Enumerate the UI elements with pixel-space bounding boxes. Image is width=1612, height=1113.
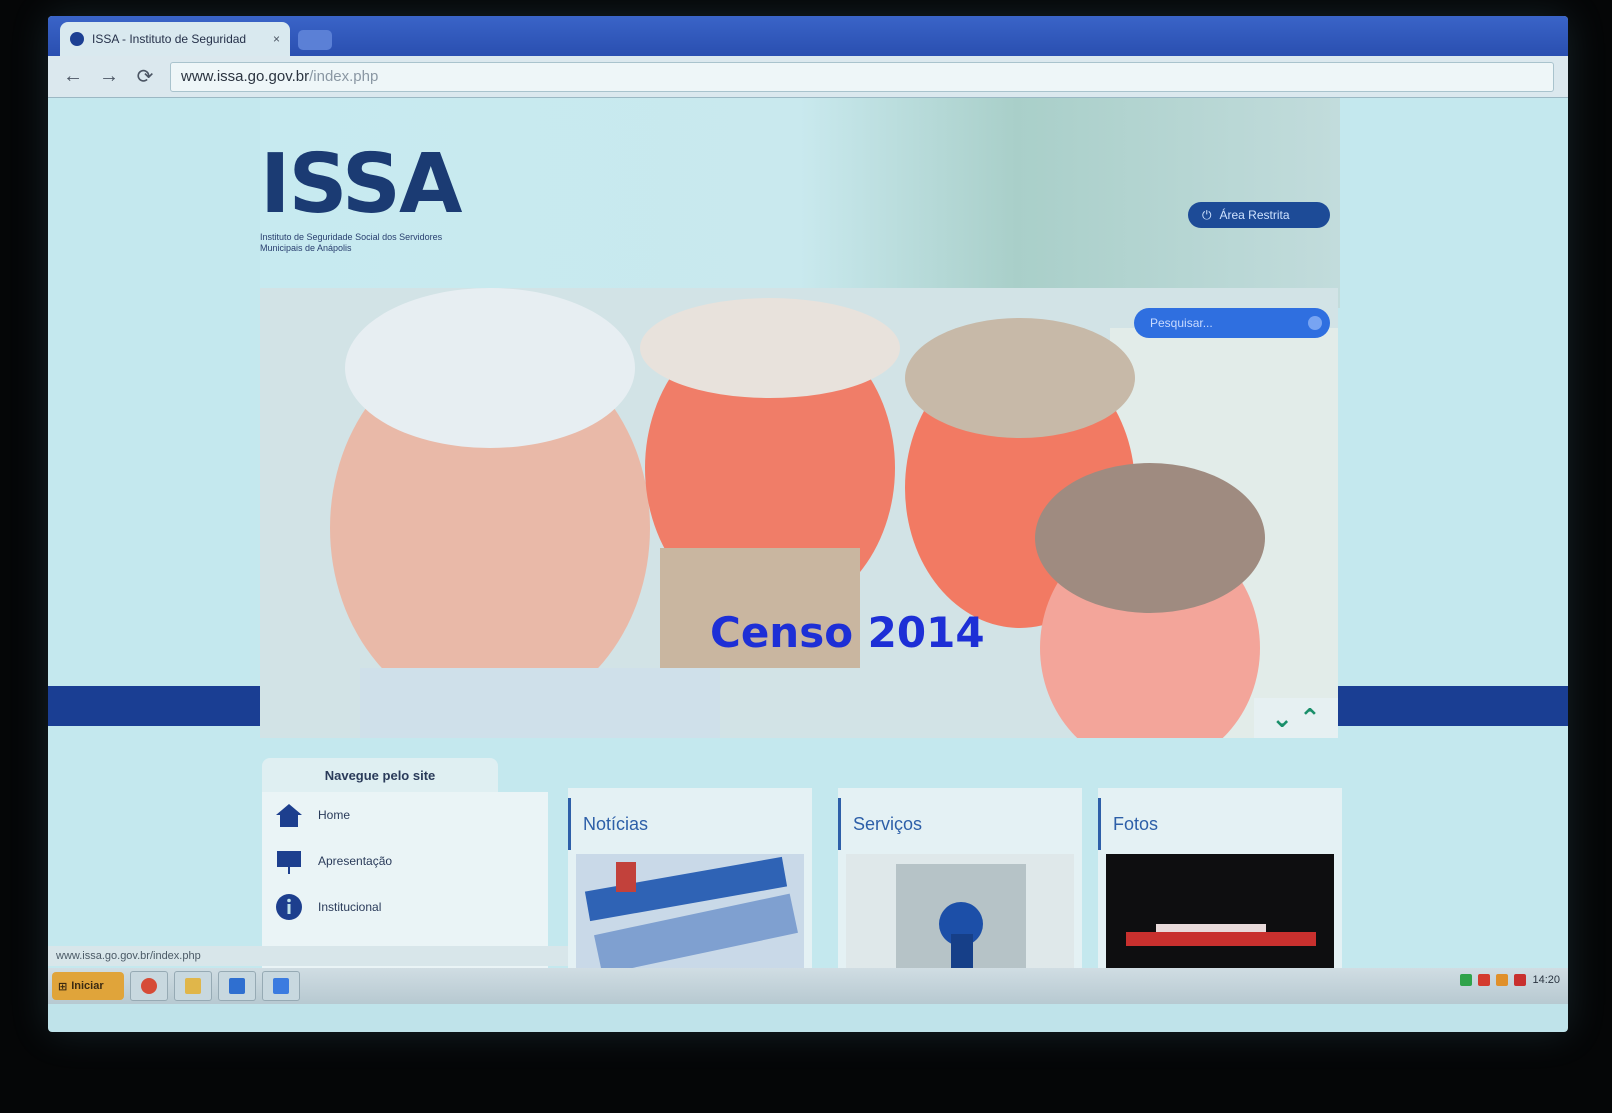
forward-icon[interactable]: → — [98, 65, 120, 88]
hero-banner[interactable]: Censo 2014 ⌄ ⌃ — [260, 288, 1338, 738]
favicon-icon — [70, 32, 84, 46]
tray-antivirus-icon[interactable] — [1478, 974, 1491, 986]
card-title: Notícias — [568, 798, 812, 850]
back-icon[interactable]: ← — [62, 65, 84, 88]
browser-status-bar: www.issa.go.gov.br/index.php — [48, 946, 568, 966]
nav-item-institutional[interactable]: Institucional — [262, 884, 548, 930]
tray-network-icon[interactable] — [1460, 974, 1473, 986]
browser-tabstrip: ISSA - Instituto de Seguridad × — [48, 16, 1568, 56]
card-photos[interactable]: Fotos — [1098, 788, 1342, 988]
nav-item-home[interactable]: Home — [262, 792, 548, 838]
navigation-title: Navegue pelo site — [262, 758, 498, 792]
tray-alert-icon[interactable] — [1514, 974, 1527, 986]
card-title: Fotos — [1098, 798, 1342, 850]
banner-next-icon[interactable]: ⌃ — [1299, 703, 1321, 734]
taskbar-chrome-icon[interactable] — [130, 971, 168, 1001]
monitor-screen: ISSA - Instituto de Seguridad × ← → ⟳ ww… — [48, 16, 1568, 1032]
os-taskbar: ⊞ Iniciar 14:20 — [48, 968, 1568, 1004]
tray-update-icon[interactable] — [1496, 974, 1509, 986]
restricted-area-button[interactable]: ⏻ Área Restrita — [1188, 202, 1330, 228]
card-news[interactable]: Notícias — [568, 788, 812, 988]
start-button[interactable]: ⊞ Iniciar — [52, 972, 124, 1000]
address-bar[interactable]: www.issa.go.gov.br/index.php — [170, 61, 1554, 92]
restricted-area-label: Área Restrita — [1219, 208, 1290, 222]
web-page: ISSA Instituto de Seguridade Social dos … — [48, 98, 1568, 988]
search-input[interactable] — [1148, 315, 1308, 331]
nav-item-presentation[interactable]: Apresentação — [262, 838, 548, 884]
banner-prev-icon[interactable]: ⌄ — [1271, 703, 1293, 734]
url-host: www.issa.go.gov.br — [181, 68, 310, 85]
services-thumbnail — [846, 854, 1074, 982]
reload-icon[interactable]: ⟳ — [134, 64, 156, 89]
taskbar-app-icon[interactable] — [218, 971, 256, 1001]
logo-subtitle: Instituto de Seguridade Social dos Servi… — [260, 232, 443, 253]
home-icon — [276, 804, 302, 827]
tab-close-icon[interactable]: × — [273, 32, 280, 46]
banner-controls: ⌄ ⌃ — [1254, 698, 1338, 738]
logo-text: ISSA — [260, 137, 462, 232]
browser-tab[interactable]: ISSA - Instituto de Seguridad × — [60, 22, 290, 56]
banner-photo — [260, 288, 1338, 738]
taskbar-folder-icon[interactable] — [174, 971, 212, 1001]
news-thumbnail — [576, 854, 804, 982]
search-icon[interactable] — [1308, 316, 1322, 330]
presentation-icon — [277, 851, 301, 874]
windows-logo-icon: ⊞ — [58, 980, 68, 993]
lock-icon: ⏻ — [1202, 207, 1212, 222]
nav-item-label: Home — [318, 808, 351, 822]
nav-item-label: Apresentação — [318, 854, 393, 868]
new-tab-button[interactable] — [298, 30, 332, 50]
photos-thumbnail — [1106, 854, 1334, 982]
nav-item-label: Institucional — [318, 900, 382, 914]
card-services[interactable]: Serviços — [838, 788, 1082, 988]
card-title: Serviços — [838, 798, 1082, 850]
site-logo[interactable]: ISSA Instituto de Seguridade Social dos … — [260, 144, 470, 254]
system-tray: 14:20 — [1460, 974, 1560, 986]
tray-clock[interactable]: 14:20 — [1532, 974, 1560, 986]
url-path: /index.php — [309, 68, 379, 85]
search-box — [1134, 308, 1330, 338]
taskbar-window-icon[interactable] — [262, 971, 300, 1001]
browser-toolbar: ← → ⟳ www.issa.go.gov.br/index.php — [48, 56, 1568, 98]
info-icon — [276, 894, 302, 920]
banner-caption: Censo 2014 — [710, 608, 985, 657]
tab-title: ISSA - Instituto de Seguridad — [92, 32, 247, 46]
start-label: Iniciar — [71, 980, 104, 992]
